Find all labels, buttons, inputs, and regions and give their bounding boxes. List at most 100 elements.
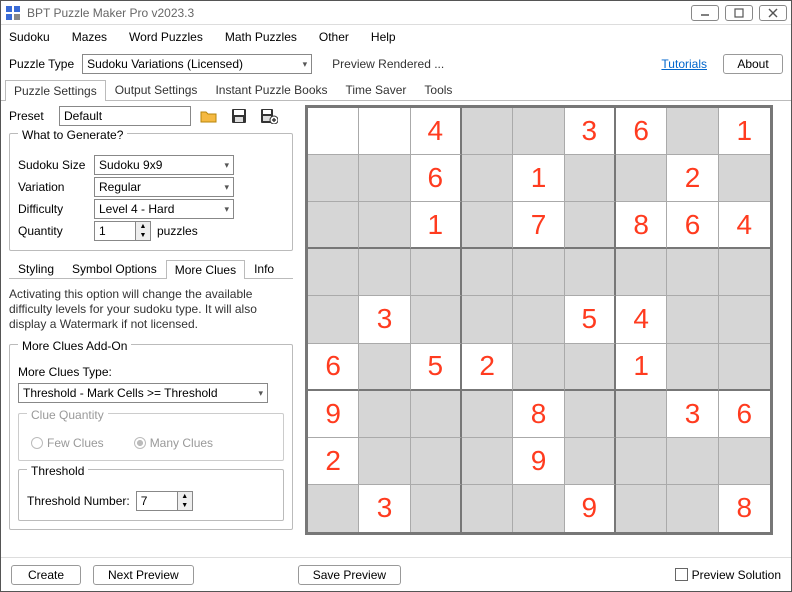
sudoku-cell	[719, 296, 770, 343]
sudoku-cell	[565, 202, 616, 249]
sudoku-cell	[411, 391, 462, 438]
sudoku-cell	[308, 108, 359, 155]
menu-math-puzzles[interactable]: Math Puzzles	[225, 30, 297, 44]
threshold-input[interactable]	[137, 492, 177, 510]
sudoku-size-combo[interactable]: Sudoku 9x9▾	[94, 155, 234, 175]
puzzle-type-value: Sudoku Variations (Licensed)	[87, 57, 243, 71]
menu-help[interactable]: Help	[371, 30, 396, 44]
title-bar: BPT Puzzle Maker Pro v2023.3	[1, 1, 791, 25]
sudoku-grid: 4361612178643546521983629398	[305, 105, 773, 535]
spin-up-icon[interactable]: ▲	[136, 222, 150, 231]
sudoku-cell	[359, 202, 410, 249]
menu-word-puzzles[interactable]: Word Puzzles	[129, 30, 203, 44]
menu-other[interactable]: Other	[319, 30, 349, 44]
tutorials-link[interactable]: Tutorials	[661, 57, 707, 71]
create-button[interactable]: Create	[11, 565, 81, 585]
sudoku-cell: 9	[513, 438, 564, 485]
quantity-label: Quantity	[18, 224, 88, 238]
puzzle-type-combo[interactable]: Sudoku Variations (Licensed) ▾	[82, 54, 312, 74]
sudoku-cell	[667, 438, 718, 485]
sudoku-cell	[411, 296, 462, 343]
threshold-legend: Threshold	[27, 464, 88, 478]
chevron-down-icon: ▾	[224, 204, 229, 215]
threshold-stepper[interactable]: ▲▼	[136, 491, 193, 511]
sudoku-cell: 6	[411, 155, 462, 202]
difficulty-combo[interactable]: Level 4 - Hard▾	[94, 199, 234, 219]
subtab-symbol-options[interactable]: Symbol Options	[63, 259, 166, 278]
sudoku-cell	[667, 296, 718, 343]
subtab-more-clues[interactable]: More Clues	[166, 260, 245, 279]
preview-solution-checkbox[interactable]: Preview Solution	[675, 568, 781, 582]
app-window: BPT Puzzle Maker Pro v2023.3 Sudoku Maze…	[0, 0, 792, 592]
tab-time-saver[interactable]: Time Saver	[337, 79, 416, 100]
subtab-styling[interactable]: Styling	[9, 259, 63, 278]
sudoku-cell	[462, 296, 513, 343]
sudoku-cell: 2	[308, 438, 359, 485]
more-clues-help-text: Activating this option will change the a…	[9, 287, 293, 332]
top-controls: Puzzle Type Sudoku Variations (Licensed)…	[1, 49, 791, 79]
sudoku-cell	[616, 249, 667, 296]
spin-up-icon[interactable]: ▲	[178, 492, 192, 501]
about-button[interactable]: About	[723, 54, 783, 74]
tab-puzzle-settings[interactable]: Puzzle Settings	[5, 80, 106, 101]
sudoku-cell	[565, 344, 616, 391]
quantity-stepper[interactable]: ▲▼	[94, 221, 151, 241]
tab-instant-puzzle-books[interactable]: Instant Puzzle Books	[206, 79, 336, 100]
tab-tools[interactable]: Tools	[415, 79, 461, 100]
sudoku-cell	[308, 296, 359, 343]
sudoku-cell: 8	[616, 202, 667, 249]
threshold-group: Threshold Threshold Number: ▲▼	[18, 469, 284, 521]
maximize-button[interactable]	[725, 5, 753, 21]
save-button[interactable]	[227, 105, 251, 127]
spin-down-icon[interactable]: ▼	[136, 231, 150, 240]
sudoku-cell	[462, 249, 513, 296]
chevron-down-icon: ▾	[303, 59, 308, 70]
variation-combo[interactable]: Regular▾	[94, 177, 234, 197]
sudoku-cell	[513, 485, 564, 532]
close-button[interactable]	[759, 5, 787, 21]
variation-label: Variation	[18, 180, 88, 194]
sudoku-cell: 3	[565, 108, 616, 155]
sudoku-cell	[513, 296, 564, 343]
next-preview-button[interactable]: Next Preview	[93, 565, 194, 585]
preset-input[interactable]	[59, 106, 191, 126]
sudoku-cell	[462, 108, 513, 155]
sudoku-cell: 4	[616, 296, 667, 343]
window-title: BPT Puzzle Maker Pro v2023.3	[27, 6, 691, 20]
what-to-generate-legend: What to Generate?	[18, 128, 127, 142]
minimize-button[interactable]	[691, 5, 719, 21]
sudoku-cell: 6	[616, 108, 667, 155]
save-add-button[interactable]	[257, 105, 281, 127]
sudoku-cell: 9	[308, 391, 359, 438]
quantity-unit: puzzles	[157, 224, 198, 238]
spin-down-icon[interactable]: ▼	[178, 501, 192, 510]
difficulty-label: Difficulty	[18, 202, 88, 216]
sudoku-cell: 1	[616, 344, 667, 391]
sudoku-cell	[719, 155, 770, 202]
menu-sudoku[interactable]: Sudoku	[9, 30, 50, 44]
sudoku-cell	[462, 391, 513, 438]
many-clues-radio: Many Clues	[134, 436, 213, 450]
open-folder-button[interactable]	[197, 105, 221, 127]
sudoku-cell: 1	[719, 108, 770, 155]
sudoku-cell: 8	[513, 391, 564, 438]
sudoku-cell: 7	[513, 202, 564, 249]
menu-mazes[interactable]: Mazes	[72, 30, 107, 44]
sudoku-cell: 6	[667, 202, 718, 249]
quantity-input[interactable]	[95, 222, 135, 240]
sudoku-cell	[308, 155, 359, 202]
sudoku-cell	[462, 485, 513, 532]
sudoku-cell	[565, 249, 616, 296]
menu-bar: Sudoku Mazes Word Puzzles Math Puzzles O…	[1, 25, 791, 49]
chevron-down-icon: ▾	[224, 182, 229, 193]
chevron-down-icon: ▾	[258, 388, 263, 399]
more-clues-type-combo[interactable]: Threshold - Mark Cells >= Threshold▾	[18, 383, 268, 403]
sudoku-cell	[359, 155, 410, 202]
more-clues-type-label: More Clues Type:	[18, 365, 284, 379]
sudoku-cell	[308, 202, 359, 249]
tab-output-settings[interactable]: Output Settings	[106, 79, 207, 100]
clue-quantity-legend: Clue Quantity	[27, 408, 108, 422]
subtab-info[interactable]: Info	[245, 259, 283, 278]
sudoku-cell	[616, 155, 667, 202]
save-preview-button[interactable]: Save Preview	[298, 565, 401, 585]
